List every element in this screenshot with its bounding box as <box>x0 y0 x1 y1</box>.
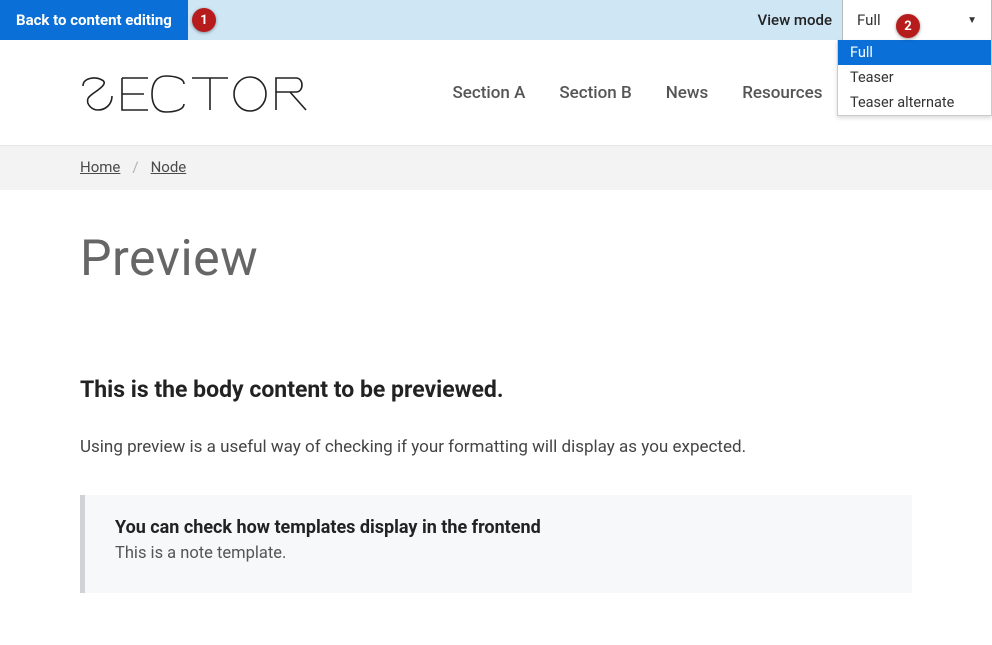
logo-svg <box>80 69 308 117</box>
breadcrumb-home[interactable]: Home <box>80 158 120 176</box>
back-to-editing-button[interactable]: Back to content editing <box>0 0 188 40</box>
note-box: You can check how templates display in t… <box>80 495 912 593</box>
nav-item-section-a[interactable]: Section A <box>452 83 525 103</box>
breadcrumb-node[interactable]: Node <box>151 158 187 176</box>
preview-bar: Back to content editing View mode Full ▼ <box>0 0 992 40</box>
breadcrumb: Home / Node <box>80 158 912 176</box>
main-content: Preview This is the body content to be p… <box>0 190 992 593</box>
breadcrumb-separator: / <box>132 158 138 176</box>
page-title: Preview <box>80 230 912 288</box>
nav-item-news[interactable]: News <box>666 83 709 103</box>
logo[interactable] <box>80 69 308 117</box>
chevron-down-icon: ▼ <box>967 15 977 26</box>
view-mode-dropdown: Full Teaser Teaser alternate <box>837 40 992 116</box>
view-mode-option-full[interactable]: Full <box>838 40 991 65</box>
note-body: This is a note template. <box>115 544 882 563</box>
view-mode-option-teaser-alternate[interactable]: Teaser alternate <box>838 90 991 115</box>
view-mode-wrapper: View mode Full ▼ <box>758 0 992 40</box>
view-mode-selected: Full <box>857 11 881 29</box>
body-heading: This is the body content to be previewed… <box>80 376 912 403</box>
breadcrumb-bar: Home / Node <box>0 146 992 190</box>
view-mode-option-teaser[interactable]: Teaser <box>838 65 991 90</box>
view-mode-label: View mode <box>758 11 842 29</box>
body-paragraph: Using preview is a useful way of checkin… <box>80 437 912 457</box>
annotation-marker-2: 2 <box>896 14 920 38</box>
nav-item-section-b[interactable]: Section B <box>559 83 631 103</box>
note-title: You can check how templates display in t… <box>115 517 882 538</box>
nav-item-resources[interactable]: Resources <box>742 83 822 103</box>
annotation-marker-1: 1 <box>192 8 216 32</box>
